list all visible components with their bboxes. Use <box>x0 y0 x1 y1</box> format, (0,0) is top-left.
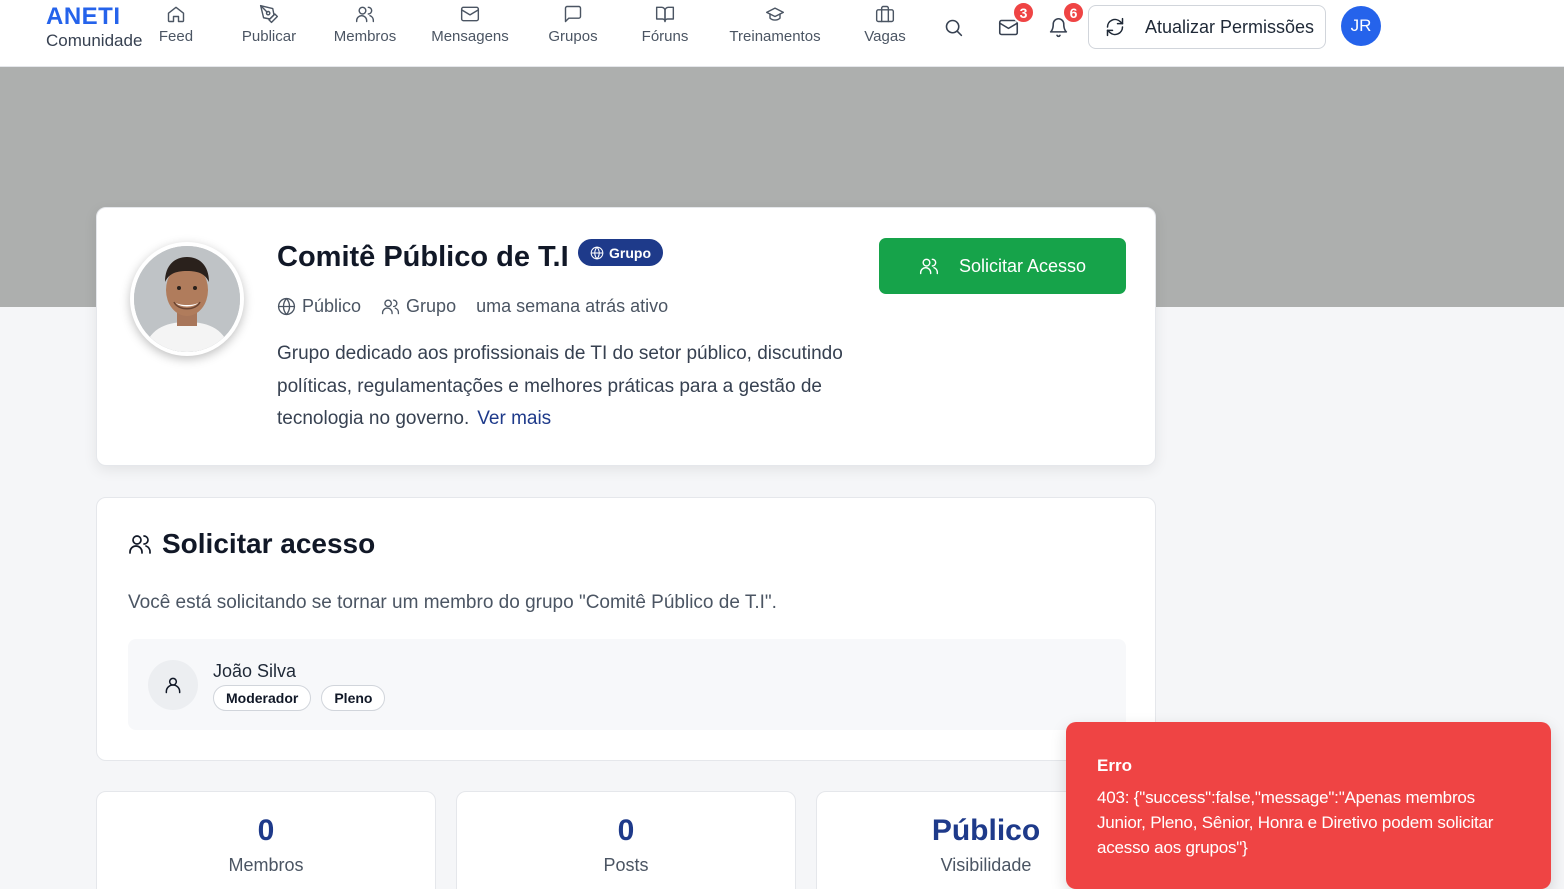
group-type-label: Grupo <box>609 244 651 261</box>
nav-label: Fóruns <box>641 28 689 45</box>
stat-posts: 0 Posts <box>456 791 796 889</box>
brand-subtitle: Comunidade <box>46 31 143 50</box>
home-icon <box>167 6 185 23</box>
user-roles: Moderador Pleno <box>213 685 395 711</box>
role-badge: Moderador <box>213 685 312 711</box>
messages-button[interactable]: 3 <box>995 1 1035 40</box>
graduation-cap-icon <box>765 7 785 21</box>
request-access-title-text: Solicitar acesso <box>162 528 376 559</box>
brand-logo[interactable]: ANETI Comunidade <box>46 4 142 52</box>
group-visibility: Público <box>277 296 361 317</box>
requesting-user-box: João Silva Moderador Pleno <box>128 639 1126 730</box>
mail-icon <box>460 6 480 22</box>
group-avatar <box>130 242 244 356</box>
request-access-card: Solicitar acesso Você está solicitando s… <box>96 497 1156 761</box>
error-toast[interactable]: Erro 403: {"success":false,"message":"Ap… <box>1066 722 1551 889</box>
error-toast-title: Erro <box>1097 756 1132 775</box>
nav-label: Grupos <box>548 28 598 45</box>
group-visibility-label: Público <box>302 296 362 316</box>
nav-label: Treinamentos <box>729 28 821 45</box>
stat-label: Membros <box>228 855 304 875</box>
book-icon <box>655 6 675 23</box>
group-header-card: Comitê Público de T.I Grupo Público Grup… <box>96 207 1156 466</box>
group-title: Comitê Público de T.I <box>277 241 569 273</box>
nav-label: Vagas <box>864 28 906 45</box>
nav-treinamentos[interactable]: Treinamentos <box>727 4 823 54</box>
request-access-button[interactable]: Solicitar Acesso <box>879 238 1126 294</box>
group-meta: Público Grupo uma semana atrás ativo <box>277 296 688 317</box>
notifications-count-badge: 6 <box>1062 1 1085 24</box>
user-avatar[interactable]: JR <box>1341 6 1381 46</box>
group-type-badge: Grupo <box>578 239 663 266</box>
users-icon <box>381 299 400 315</box>
user-placeholder-avatar <box>148 660 198 710</box>
nav-foruns[interactable]: Fóruns <box>640 4 690 54</box>
refresh-icon <box>1106 17 1124 37</box>
group-description-text: Grupo dedicado aos profissionais de TI d… <box>277 343 843 429</box>
nav-label: Feed <box>158 28 194 45</box>
globe-icon <box>277 297 296 316</box>
nav-grupos[interactable]: Grupos <box>546 4 600 54</box>
users-icon <box>355 6 375 23</box>
chat-icon <box>564 5 582 23</box>
messages-count-badge: 3 <box>1012 1 1035 24</box>
group-activity: uma semana atrás ativo <box>476 296 669 316</box>
globe-icon <box>590 245 604 260</box>
brand-name: ANETI <box>46 3 121 30</box>
nav-label: Publicar <box>241 28 297 45</box>
role-badge: Pleno <box>321 685 386 711</box>
refresh-permissions-button[interactable]: Atualizar Permissões <box>1088 5 1326 49</box>
error-toast-message: 403: {"success":false,"message":"Apenas … <box>1097 788 1494 857</box>
nav-mensagens[interactable]: Mensagens <box>430 4 510 54</box>
notifications-button[interactable]: 6 <box>1045 1 1085 40</box>
stat-members: 0 Membros <box>96 791 436 889</box>
nav-label: Membros <box>333 28 397 45</box>
pen-icon <box>259 4 279 24</box>
nav-label: Mensagens <box>431 28 509 45</box>
group-kind: Grupo <box>381 296 456 317</box>
briefcase-icon <box>875 5 895 23</box>
group-description: Grupo dedicado aos profissionais de TI d… <box>277 338 857 436</box>
see-more-link[interactable]: Ver mais <box>477 408 551 429</box>
stat-value: 0 <box>257 814 275 847</box>
requesting-user-name: João Silva <box>213 661 297 681</box>
search-icon <box>945 19 962 36</box>
refresh-permissions-label: Atualizar Permissões <box>1145 16 1315 37</box>
nav-membros[interactable]: Membros <box>332 4 398 54</box>
request-access-title: Solicitar acesso <box>128 528 375 560</box>
users-icon <box>919 258 939 275</box>
nav-publicar[interactable]: Publicar <box>240 4 298 54</box>
person-photo-icon <box>134 246 240 352</box>
request-access-label: Solicitar Acesso <box>958 255 1087 276</box>
nav-feed[interactable]: Feed <box>157 4 195 54</box>
stat-value: 0 <box>617 814 635 847</box>
stat-label: Posts <box>603 855 649 875</box>
search-button[interactable] <box>940 14 966 40</box>
users-icon <box>129 535 151 554</box>
user-icon <box>165 677 181 694</box>
nav-vagas[interactable]: Vagas <box>862 4 908 54</box>
group-kind-label: Grupo <box>406 296 457 316</box>
top-navbar: ANETI Comunidade Feed Publicar Membros M… <box>0 0 1564 67</box>
request-access-text: Você está solicitando se tornar um membr… <box>128 592 777 613</box>
